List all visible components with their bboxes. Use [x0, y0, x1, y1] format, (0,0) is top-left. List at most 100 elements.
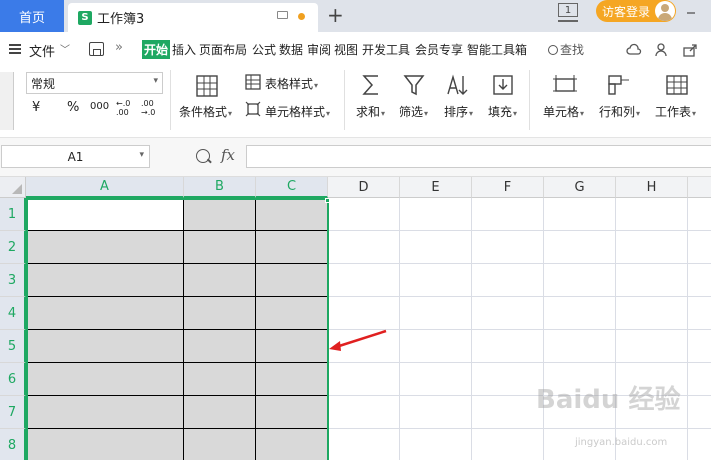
decrease-decimal-button[interactable]: .00 →.0: [141, 99, 159, 117]
cell-h3[interactable]: [616, 264, 688, 297]
column-header-partial[interactable]: [688, 177, 711, 198]
ribbon-collapse-handle[interactable]: [0, 72, 14, 130]
sum-button[interactable]: 求和▾: [356, 103, 385, 120]
cell-c2[interactable]: [256, 231, 328, 264]
cell-c3[interactable]: [256, 264, 328, 297]
cell-d1[interactable]: [328, 198, 400, 231]
column-header-g[interactable]: G: [544, 177, 616, 198]
cell-c6[interactable]: [256, 363, 328, 396]
tab-formulas[interactable]: 公式: [252, 41, 276, 58]
cell-a6[interactable]: [26, 363, 184, 396]
row-header-4[interactable]: 4: [0, 297, 26, 330]
cell-f7[interactable]: [472, 396, 544, 429]
guest-login-button[interactable]: 访客登录: [596, 0, 676, 22]
column-header-h[interactable]: H: [616, 177, 688, 198]
tab-data[interactable]: 数据: [279, 41, 303, 58]
cell-b2[interactable]: [184, 231, 256, 264]
new-tab-button[interactable]: +: [327, 3, 344, 27]
cell-i7[interactable]: [688, 396, 711, 429]
tab-developer[interactable]: 开发工具: [362, 41, 410, 58]
tab-view[interactable]: 视图: [334, 41, 358, 58]
cell-c5[interactable]: [256, 330, 328, 363]
column-header-b[interactable]: B: [184, 177, 256, 198]
cell-c8[interactable]: [256, 429, 328, 460]
cell-b8[interactable]: [184, 429, 256, 460]
cell-h5[interactable]: [616, 330, 688, 363]
cell-f3[interactable]: [472, 264, 544, 297]
column-header-f[interactable]: F: [472, 177, 544, 198]
cell-b3[interactable]: [184, 264, 256, 297]
worksheet-button[interactable]: 工作表▾: [655, 103, 696, 120]
cell-g2[interactable]: [544, 231, 616, 264]
cell-i5[interactable]: [688, 330, 711, 363]
share-user-icon[interactable]: [654, 42, 670, 58]
cell-a7[interactable]: [26, 396, 184, 429]
table-style-button[interactable]: 表格样式▾: [265, 75, 318, 92]
column-header-a[interactable]: A: [26, 177, 184, 198]
cell-g1[interactable]: [544, 198, 616, 231]
row-header-5[interactable]: 5: [0, 330, 26, 363]
number-format-select[interactable]: 常规: [26, 72, 163, 94]
cell-i2[interactable]: [688, 231, 711, 264]
cell-c7[interactable]: [256, 396, 328, 429]
conditional-format-button[interactable]: 条件格式▾: [179, 103, 232, 120]
spreadsheet-grid[interactable]: ABCDEFGH 12345678: [0, 177, 711, 460]
cell-a2[interactable]: [26, 231, 184, 264]
cell-b5[interactable]: [184, 330, 256, 363]
row-header-6[interactable]: 6: [0, 363, 26, 396]
cell-d3[interactable]: [328, 264, 400, 297]
column-header-d[interactable]: D: [328, 177, 400, 198]
row-header-1[interactable]: 1: [0, 198, 26, 231]
filter-button[interactable]: 筛选▾: [399, 103, 428, 120]
tab-insert[interactable]: 插入: [172, 41, 196, 58]
cloud-icon[interactable]: [626, 42, 642, 58]
cell-f2[interactable]: [472, 231, 544, 264]
tab-member[interactable]: 会员专享: [415, 41, 463, 58]
cell-e7[interactable]: [400, 396, 472, 429]
cell-e1[interactable]: [400, 198, 472, 231]
fill-button[interactable]: 填充▾: [488, 103, 517, 120]
cell-h1[interactable]: [616, 198, 688, 231]
tab-home[interactable]: 首页: [0, 0, 64, 32]
cell-a8[interactable]: [26, 429, 184, 460]
cell-b7[interactable]: [184, 396, 256, 429]
formula-input[interactable]: [246, 145, 711, 168]
column-header-e[interactable]: E: [400, 177, 472, 198]
cell-button[interactable]: 单元格▾: [543, 103, 584, 120]
row-header-2[interactable]: 2: [0, 231, 26, 264]
cell-e6[interactable]: [400, 363, 472, 396]
cell-d2[interactable]: [328, 231, 400, 264]
cell-a1[interactable]: [26, 198, 184, 231]
cell-e2[interactable]: [400, 231, 472, 264]
cell-style-button[interactable]: 单元格样式▾: [265, 103, 330, 120]
cell-c1[interactable]: [256, 198, 328, 231]
cell-a4[interactable]: [26, 297, 184, 330]
function-icon[interactable]: fx: [221, 146, 235, 164]
cell-i3[interactable]: [688, 264, 711, 297]
cell-e8[interactable]: [400, 429, 472, 460]
cell-e5[interactable]: [400, 330, 472, 363]
tab-page-layout[interactable]: 页面布局: [199, 41, 247, 58]
tab-smart-toolbox[interactable]: 智能工具箱: [467, 41, 527, 58]
cell-d4[interactable]: [328, 297, 400, 330]
thousands-button[interactable]: 000: [90, 101, 109, 112]
more-icon[interactable]: »: [115, 40, 123, 55]
cell-g5[interactable]: [544, 330, 616, 363]
cell-i6[interactable]: [688, 363, 711, 396]
save-icon[interactable]: [89, 42, 104, 56]
zoom-search-icon[interactable]: [196, 149, 210, 163]
cell-i1[interactable]: [688, 198, 711, 231]
row-header-7[interactable]: 7: [0, 396, 26, 429]
fill-handle[interactable]: [325, 198, 330, 203]
cell-a5[interactable]: [26, 330, 184, 363]
percent-button[interactable]: %: [67, 100, 79, 115]
cell-f5[interactable]: [472, 330, 544, 363]
cell-e4[interactable]: [400, 297, 472, 330]
monitor-icon[interactable]: [277, 11, 288, 19]
name-box[interactable]: A1: [1, 145, 150, 168]
currency-button[interactable]: ¥: [32, 100, 40, 115]
tab-home-ribbon[interactable]: 开始: [142, 40, 171, 59]
cell-f8[interactable]: [472, 429, 544, 460]
column-header-c[interactable]: C: [256, 177, 328, 198]
cell-h2[interactable]: [616, 231, 688, 264]
